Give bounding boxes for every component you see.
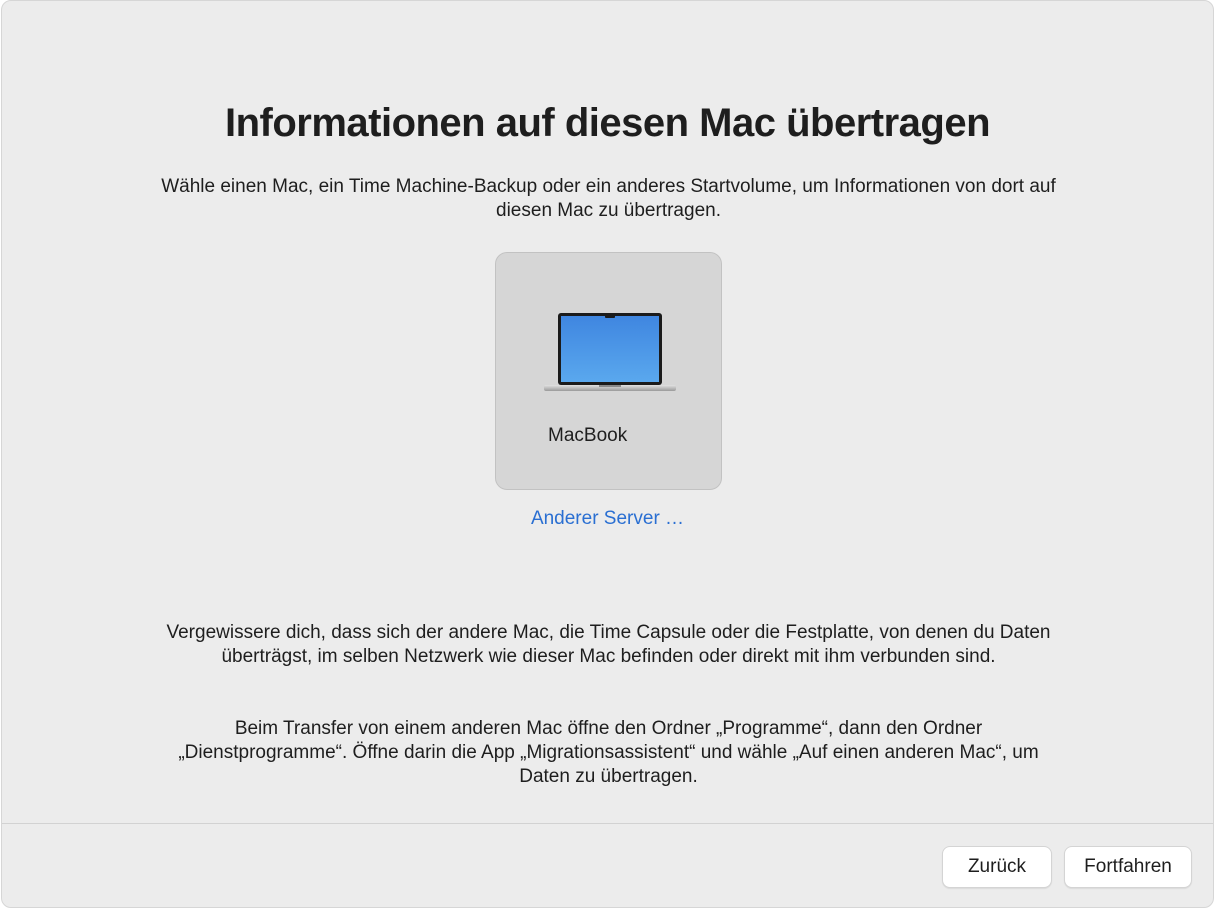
other-server-link[interactable]: Anderer Server … — [2, 508, 1213, 530]
continue-button[interactable]: Fortfahren — [1064, 846, 1192, 888]
page-title: Informationen auf diesen Mac übertragen — [224, 101, 991, 145]
device-label: MacBook — [548, 425, 628, 446]
back-button[interactable]: Zurück — [942, 846, 1052, 888]
macbook-icon — [544, 313, 676, 402]
page-subtitle: Wähle einen Mac, ein Time Machine-Backup… — [161, 176, 1056, 221]
transfer-note: Beim Transfer von einem anderen Mac öffn… — [178, 718, 1039, 787]
footer-divider — [2, 823, 1213, 824]
network-note: Vergewissere dich, dass sich der andere … — [166, 622, 1051, 667]
device-tile-macbook[interactable]: MacBook — [495, 252, 722, 490]
migration-assistant-window: Informationen auf diesen Mac übertragen … — [1, 0, 1214, 908]
